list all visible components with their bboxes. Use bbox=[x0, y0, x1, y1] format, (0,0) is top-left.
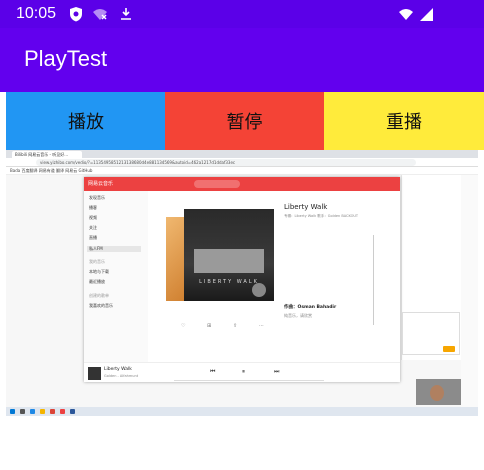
pause-button[interactable]: 暂停 bbox=[165, 92, 324, 150]
music-icon bbox=[60, 409, 65, 414]
album-cover: LIBERTY WALK bbox=[166, 207, 274, 307]
app-bar: PlayTest bbox=[0, 28, 484, 92]
browser-url: view.yizhibo.com/vedio/?=113549585121313… bbox=[36, 159, 416, 166]
sidebar-item: 关注 bbox=[89, 225, 97, 230]
player-title: Liberty Walk bbox=[104, 367, 132, 372]
panel-button bbox=[443, 346, 455, 352]
lyric-author: 作曲：Osman Bahadir bbox=[284, 305, 337, 310]
cover-back bbox=[166, 217, 186, 301]
webcam-face bbox=[430, 385, 444, 401]
chrome-icon bbox=[50, 409, 55, 414]
share-icon: ⇪ bbox=[233, 323, 238, 329]
side-strip bbox=[461, 175, 478, 407]
wifi-off-icon bbox=[93, 9, 107, 20]
start-icon bbox=[10, 409, 15, 414]
action-row: ♡ ⊞ ⇪ ⋯ bbox=[179, 323, 279, 331]
folder-icon bbox=[40, 409, 45, 414]
song-title: Liberty Walk bbox=[284, 203, 328, 211]
browser-address-bar: view.yizhibo.com/vedio/?=113549585121313… bbox=[6, 158, 478, 167]
music-sidebar: 发现音乐 播客 视频 关注 直播 私人FM 我的音乐 本地与下载 最近播放 创建… bbox=[84, 191, 148, 362]
wifi-icon bbox=[399, 9, 413, 20]
player-bar: Liberty Walk Golden - Alfahmunt ⏮ ⏸ ⏭ bbox=[84, 362, 400, 382]
previous-icon: ⏮ bbox=[210, 368, 216, 375]
replay-button[interactable]: 重播 bbox=[324, 92, 484, 150]
bookmarks-bar: Bada 百度翻译 网易有道 翻译 网易云 GitHub bbox=[6, 167, 478, 175]
sidebar-section: 创建的歌单 bbox=[89, 293, 109, 298]
player-progress bbox=[174, 380, 324, 381]
download-icon bbox=[121, 8, 131, 20]
more-icon: ⋯ bbox=[259, 323, 264, 329]
lyric-line: 纯音乐，请欣赏 bbox=[284, 313, 312, 318]
sidebar-item: 最近播放 bbox=[89, 279, 105, 284]
word-icon bbox=[70, 409, 75, 414]
video-view[interactable]: Bilibili 网易云音乐 - 听见好... view.yizhibo.com… bbox=[6, 150, 478, 416]
player-subtitle: Golden - Alfahmunt bbox=[104, 374, 139, 378]
song-meta: 专辑：Liberty Walk 歌手：Golden BACKOUT bbox=[284, 214, 359, 218]
sidebar-item: 发现音乐 bbox=[89, 195, 105, 200]
signal-icon bbox=[420, 8, 433, 21]
music-header: 网易云音乐 bbox=[84, 177, 400, 191]
browser-tab-strip: Bilibili 网易云音乐 - 听见好... bbox=[6, 150, 478, 158]
floating-panel bbox=[402, 312, 460, 355]
play-button[interactable]: 播放 bbox=[6, 92, 166, 150]
music-search bbox=[194, 180, 240, 188]
next-icon: ⏭ bbox=[274, 368, 280, 375]
lyric-scrollbar bbox=[373, 235, 374, 325]
taskbar bbox=[6, 407, 478, 416]
shield-icon bbox=[70, 7, 82, 22]
sidebar-item: 我喜欢的音乐 bbox=[89, 303, 113, 308]
search-icon bbox=[20, 409, 25, 414]
app-title: PlayTest bbox=[24, 46, 108, 71]
pause-icon: ⏸ bbox=[242, 368, 246, 375]
sidebar-section: 我的音乐 bbox=[89, 259, 105, 264]
cover-city bbox=[194, 249, 264, 273]
cover-logo bbox=[252, 283, 266, 297]
collect-icon: ⊞ bbox=[207, 323, 212, 329]
music-logo: 网易云音乐 bbox=[88, 181, 114, 187]
sidebar-item: 本地与下载 bbox=[89, 269, 109, 274]
browser-tab: Bilibili 网易云音乐 - 听见好... bbox=[12, 151, 82, 158]
status-time: 10:05 bbox=[16, 5, 57, 22]
sidebar-item: 私人FM bbox=[87, 246, 141, 252]
status-bar: 10:05 bbox=[0, 0, 484, 28]
cover-main: LIBERTY WALK bbox=[184, 209, 274, 301]
player-thumbnail bbox=[88, 367, 101, 380]
sidebar-item: 播客 bbox=[89, 205, 97, 210]
edge-icon bbox=[30, 409, 35, 414]
sidebar-item: 视频 bbox=[89, 215, 97, 220]
sidebar-item: 直播 bbox=[89, 235, 97, 240]
music-app-window: 网易云音乐 发现音乐 播客 视频 关注 直播 私人FM 我的音乐 本地与下载 最… bbox=[84, 177, 400, 382]
webcam-overlay bbox=[416, 379, 461, 405]
like-icon: ♡ bbox=[181, 323, 186, 329]
